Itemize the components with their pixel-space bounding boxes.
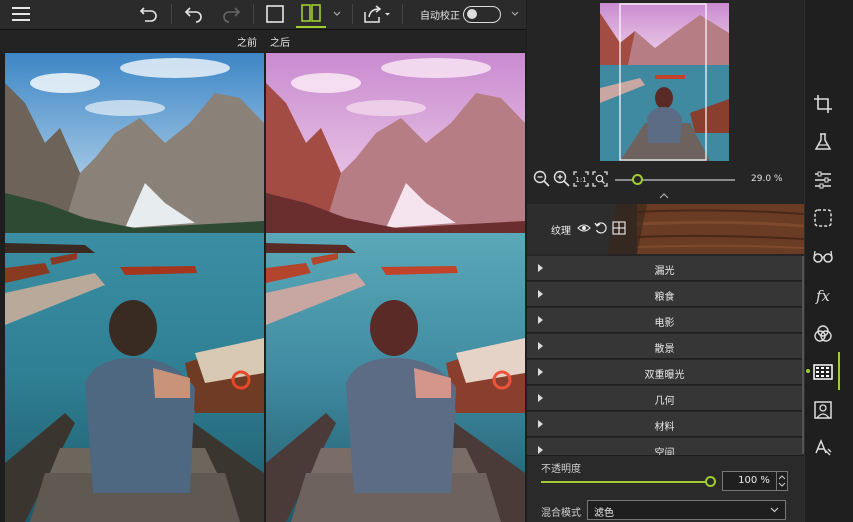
texture-category-material[interactable]: 材料	[527, 412, 802, 437]
redo-icon[interactable]	[218, 0, 244, 28]
flask-icon[interactable]	[811, 130, 835, 154]
category-label: 空间	[654, 448, 675, 456]
chevron-down-icon	[770, 507, 779, 513]
opacity-slider-track[interactable]	[541, 481, 711, 483]
auto-correct-label: 自动校正	[420, 11, 460, 22]
divider	[253, 4, 254, 24]
split-view-icon[interactable]	[296, 0, 326, 28]
collapse-navigator-chevron-icon[interactable]	[658, 192, 670, 203]
after-label: 之后	[270, 38, 290, 49]
active-tool-indicator	[838, 352, 840, 390]
category-label: 散景	[654, 344, 675, 355]
opacity-spinner[interactable]	[776, 471, 788, 491]
zoom-slider-handle[interactable]	[631, 174, 643, 185]
toggle-knob	[467, 9, 477, 19]
fit-to-screen-icon[interactable]	[591, 170, 609, 191]
category-label: 双重曝光	[644, 370, 685, 381]
glasses-icon[interactable]	[811, 244, 835, 268]
before-image[interactable]	[5, 53, 264, 522]
divider	[402, 4, 403, 24]
portrait-icon[interactable]	[811, 398, 835, 422]
visibility-eye-icon[interactable]	[577, 222, 591, 237]
zoom-in-icon[interactable]	[553, 170, 571, 191]
crop-icon[interactable]	[811, 92, 835, 116]
zoom-controls: 1:1 29.0 %	[527, 168, 804, 190]
divider	[352, 4, 353, 24]
divider	[171, 4, 172, 24]
texture-category-film[interactable]: 电影	[527, 308, 802, 333]
sliders-icon[interactable]	[811, 168, 835, 192]
blend-mode-select[interactable]: 滤色	[587, 500, 786, 520]
texture-title: 纹理	[551, 226, 571, 237]
before-label: 之前	[237, 38, 257, 49]
texture-category-bokeh[interactable]: 散景	[527, 334, 802, 359]
auto-correct-toggle[interactable]	[463, 6, 501, 23]
top-toolbar: 自动校正	[0, 0, 526, 30]
single-view-icon[interactable]	[262, 0, 288, 28]
texture-category-grain[interactable]: 粮食	[527, 282, 802, 307]
fx-icon[interactable]: fx	[811, 284, 835, 308]
view-options-chevron-icon[interactable]	[330, 0, 344, 28]
texture-category-light-leak[interactable]: 漏光	[527, 256, 802, 281]
texture-category-geometric[interactable]: 几何	[527, 386, 802, 411]
actual-size-icon[interactable]: 1:1	[572, 170, 590, 191]
undo-icon[interactable]	[181, 0, 207, 28]
svg-text:fx: fx	[815, 287, 831, 305]
adjustments-panel: 1:1 29.0 % 纹理 漏光 粮食 电影 散景 双重曝光 几何 材料 空间 …	[527, 0, 804, 522]
category-label: 漏光	[654, 266, 675, 277]
zoom-value: 29.0 %	[751, 174, 783, 184]
compare-labels-strip: 之前 之后	[0, 30, 526, 52]
active-tool-dot	[806, 369, 810, 373]
opacity-slider-handle[interactable]	[705, 476, 716, 487]
opacity-label: 不透明度	[541, 464, 581, 475]
toolbar-more-chevron-icon[interactable]	[508, 0, 522, 28]
history-undo-icon[interactable]	[136, 0, 162, 28]
category-label: 电影	[654, 318, 675, 329]
category-label: 粮食	[654, 292, 675, 303]
grid-browse-icon[interactable]	[612, 221, 626, 238]
after-image[interactable]	[266, 53, 525, 522]
blend-mode-value: 滤色	[594, 508, 614, 519]
hamburger-menu-icon[interactable]	[8, 0, 34, 28]
svg-text:1:1: 1:1	[575, 176, 586, 184]
zoom-out-icon[interactable]	[533, 170, 551, 191]
category-label: 几何	[654, 396, 675, 407]
blend-controls: 不透明度 100 % 混合模式 滤色	[527, 456, 804, 522]
category-label: 材料	[654, 422, 675, 433]
navigator-thumbnail[interactable]	[600, 3, 729, 161]
texture-category-space[interactable]: 空间	[527, 438, 802, 456]
reset-icon[interactable]	[594, 221, 608, 238]
blend-mode-label: 混合模式	[541, 508, 581, 519]
texture-category-double-exposure[interactable]: 双重曝光	[527, 360, 802, 385]
texture-header: 纹理	[527, 204, 804, 254]
tool-strip: fx	[804, 0, 853, 522]
color-circles-icon[interactable]	[811, 322, 835, 346]
texture-grid-icon[interactable]	[811, 360, 835, 384]
vignette-frame-icon[interactable]	[811, 206, 835, 230]
text-icon[interactable]	[811, 436, 835, 460]
share-export-icon[interactable]	[360, 0, 394, 28]
